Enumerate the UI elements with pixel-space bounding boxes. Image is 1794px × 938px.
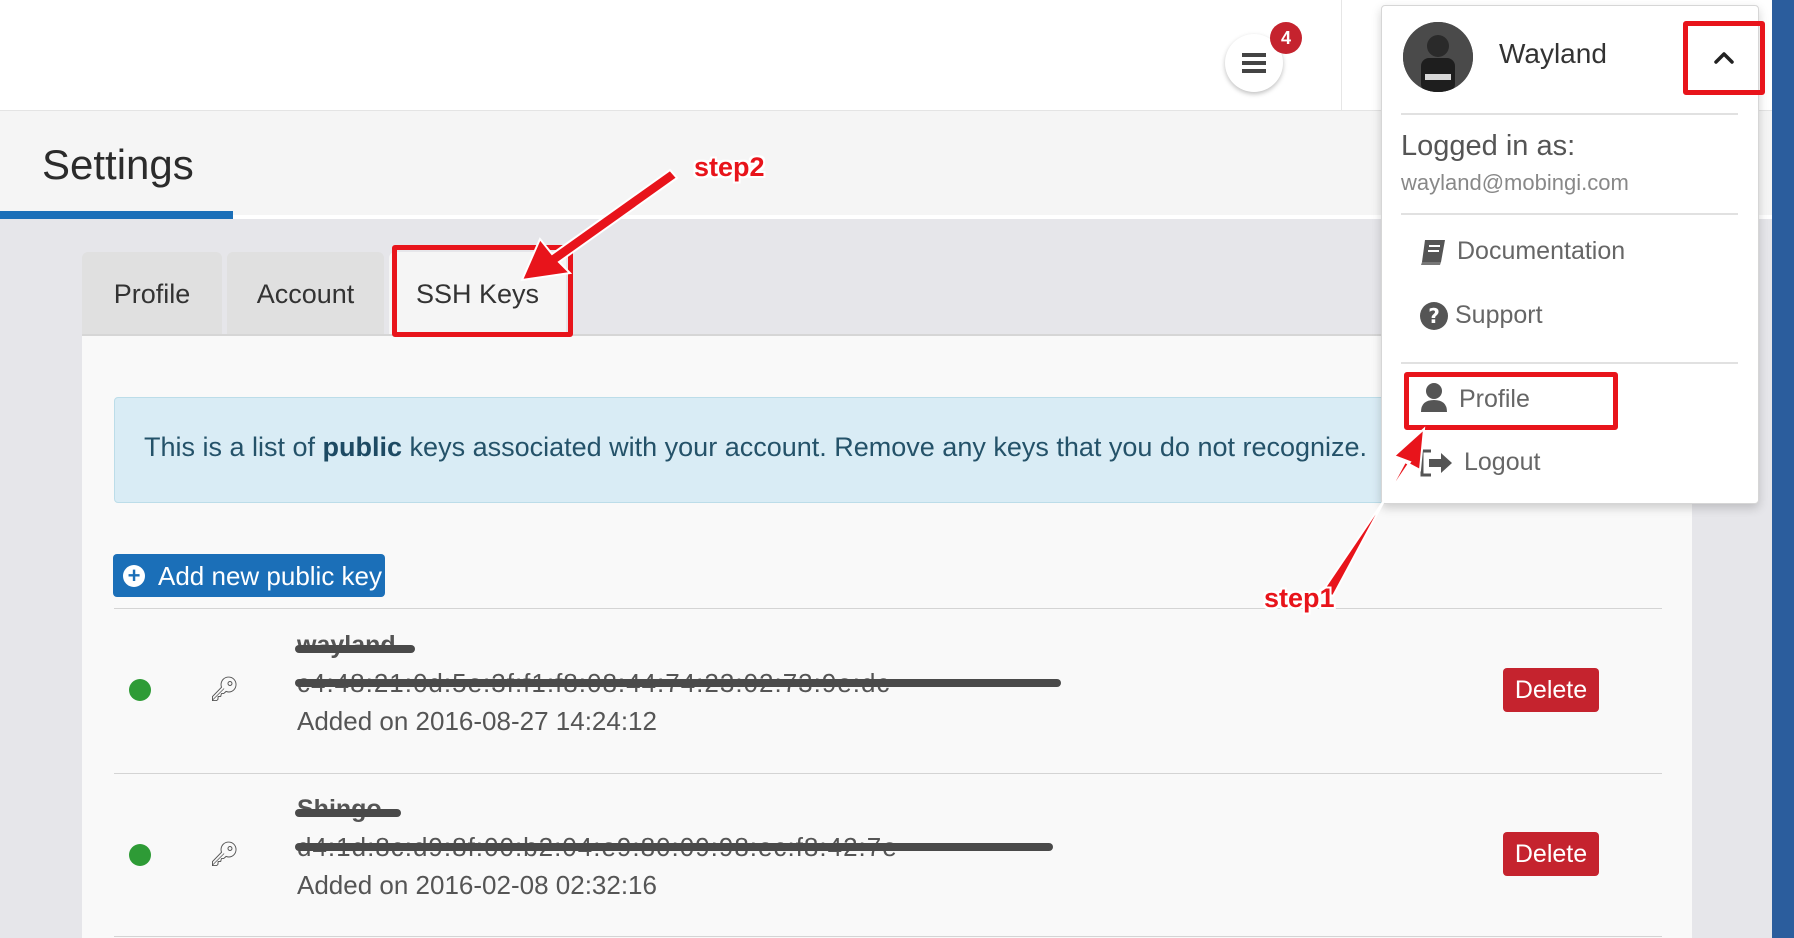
right-edge-panel [1772, 0, 1794, 938]
page-title-underline [0, 211, 233, 219]
status-active-dot [129, 844, 151, 866]
key-added-date: Added on 2016-02-08 02:32:16 [297, 870, 657, 900]
list-separator [114, 773, 1662, 774]
tab-account[interactable]: Account [227, 252, 384, 336]
redaction-line [295, 843, 1053, 851]
info-text-start: This is a list of [144, 432, 323, 462]
list-separator [114, 608, 1662, 609]
notifications-badge: 4 [1270, 22, 1302, 54]
svg-text:?: ? [1428, 304, 1440, 328]
redaction-line [295, 645, 415, 653]
question-circle-icon: ? [1420, 302, 1448, 330]
tab-profile[interactable]: Profile [82, 252, 222, 336]
delete-key-button[interactable]: Delete [1503, 668, 1599, 712]
status-active-dot [129, 679, 151, 701]
book-icon [1421, 240, 1445, 265]
user-name[interactable]: Wayland [1499, 38, 1607, 70]
page-title: Settings [42, 141, 194, 188]
key-added-date: Added on 2016-08-27 14:24:12 [297, 706, 657, 736]
logged-in-label: Logged in as: [1401, 130, 1576, 162]
list-separator [114, 936, 1662, 937]
add-public-key-label: Add new public key [158, 561, 383, 591]
list-icon [1242, 53, 1266, 73]
menu-divider [1401, 362, 1738, 364]
info-alert-text: This is a list of public keys associated… [144, 432, 1367, 463]
key-icon: 🔑︎ [209, 676, 240, 703]
info-text-end: keys associated with your account. Remov… [402, 432, 1368, 462]
delete-key-button[interactable]: Delete [1503, 832, 1599, 876]
avatar[interactable] [1403, 22, 1473, 92]
plus-circle-icon: + [123, 565, 145, 587]
menu-divider [1401, 213, 1738, 215]
logged-in-email: wayland@mobingi.com [1401, 170, 1629, 195]
key-icon: 🔑︎ [209, 841, 240, 868]
step2-label: step2 [694, 152, 765, 182]
annotation-box-menu-toggle [1683, 21, 1765, 95]
add-public-key-button[interactable]: + Add new public key [113, 554, 385, 597]
info-text-bold: public [322, 432, 403, 462]
menu-item-support[interactable]: Support [1455, 301, 1543, 330]
top-bar-divider [1341, 0, 1342, 110]
menu-item-logout[interactable]: Logout [1464, 448, 1540, 477]
annotation-box-profile [1404, 372, 1618, 430]
menu-divider [1401, 113, 1738, 115]
step1-label: step1 [1264, 583, 1335, 613]
menu-item-documentation[interactable]: Documentation [1457, 237, 1625, 266]
sign-out-icon [1420, 449, 1452, 477]
annotation-box-ssh-tab [392, 245, 573, 337]
redaction-line [295, 679, 1061, 687]
redaction-line [295, 809, 401, 817]
